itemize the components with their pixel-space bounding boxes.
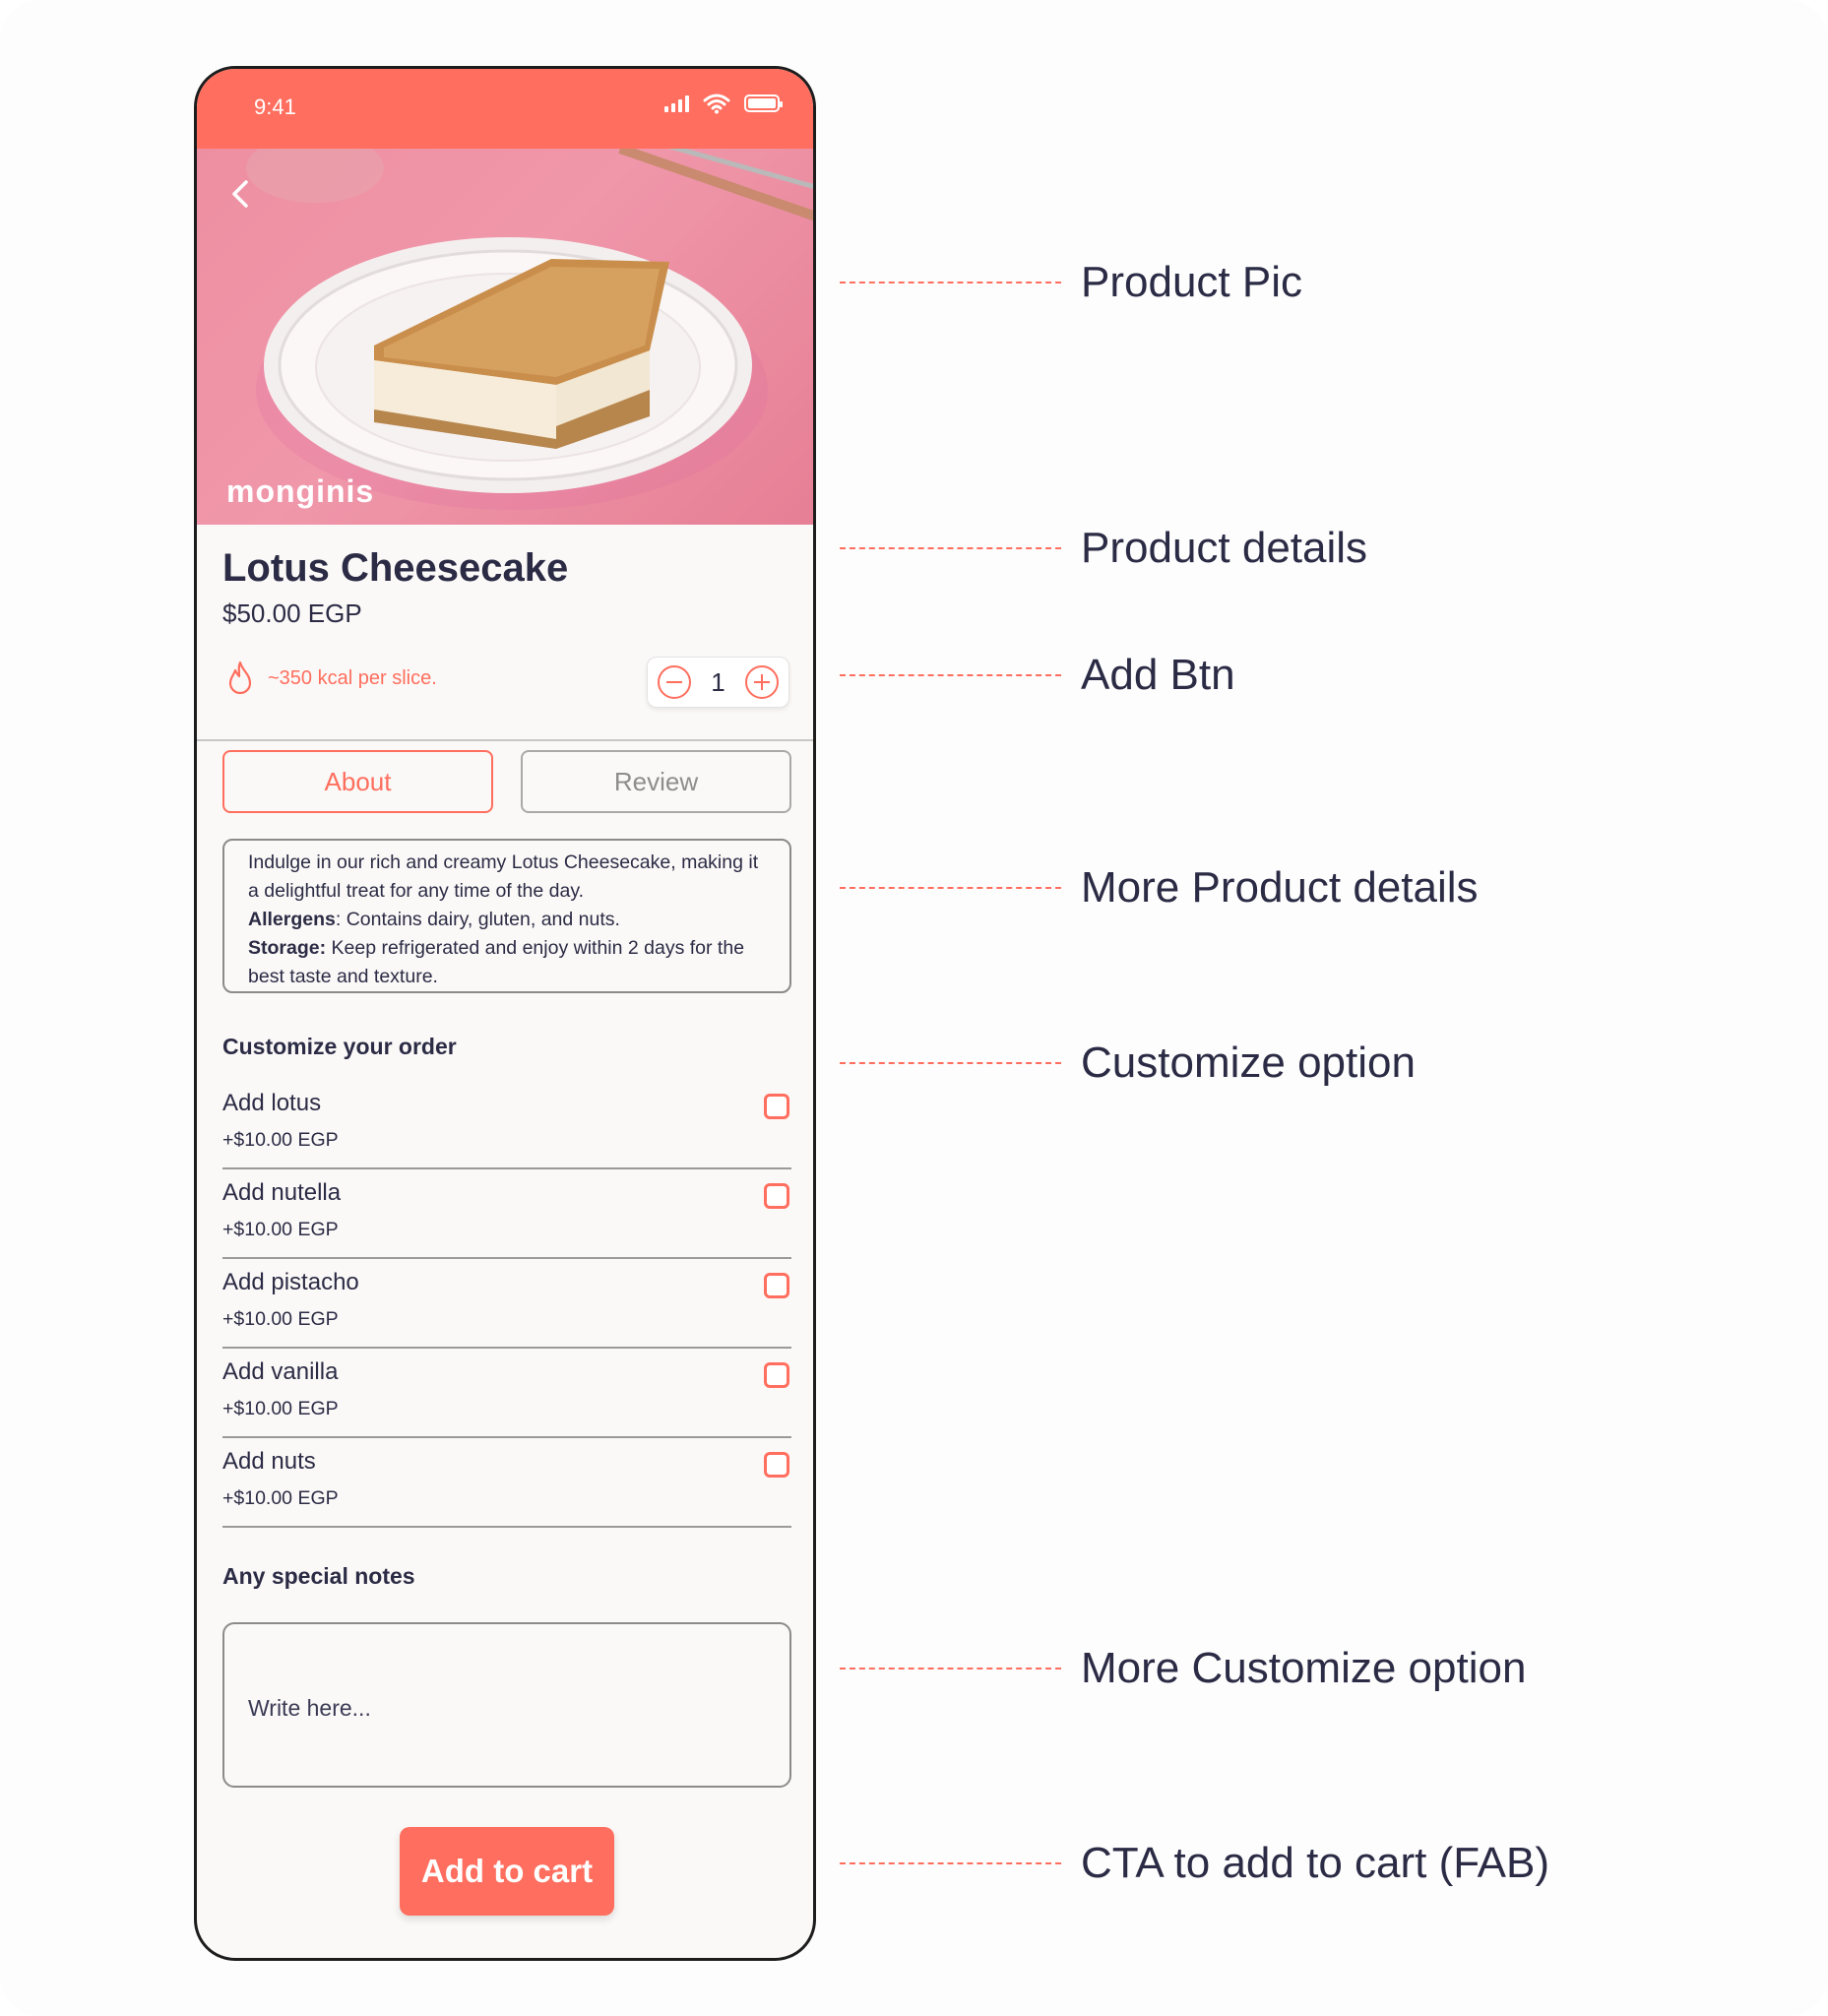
option-price: +$10.00 EGP bbox=[222, 1398, 339, 1419]
calories-info: ~350 kcal per slice. bbox=[226, 661, 437, 696]
annotation-product-details: Product details bbox=[840, 524, 1367, 573]
option-row: Add nutella +$10.00 EGP bbox=[222, 1169, 791, 1259]
option-name: Add vanilla bbox=[222, 1358, 339, 1385]
description-text: Indulge in our rich and creamy Lotus Che… bbox=[248, 851, 759, 902]
decrease-button[interactable] bbox=[658, 665, 692, 699]
option-checkbox[interactable] bbox=[764, 1183, 789, 1209]
annotation-customize: Customize option bbox=[840, 1039, 1416, 1088]
option-row: Add vanilla +$10.00 EGP bbox=[222, 1349, 791, 1438]
quantity-value: 1 bbox=[711, 666, 725, 697]
annotation-label: Product details bbox=[1081, 524, 1368, 572]
cheesecake-illustration bbox=[246, 149, 813, 510]
annotation-line bbox=[840, 674, 1061, 676]
annotation-label: Add Btn bbox=[1081, 651, 1235, 699]
annotation-more-details: More Product details bbox=[840, 863, 1479, 913]
canvas: 9:41 monginis Lotus Cheesecake $50.00 EG… bbox=[0, 0, 1828, 2016]
brand-logo: monginis bbox=[226, 473, 375, 509]
option-row: Add pistacho +$10.00 EGP bbox=[222, 1259, 791, 1349]
customize-title: Customize your order bbox=[222, 1034, 457, 1059]
tab-review[interactable]: Review bbox=[521, 750, 791, 813]
storage-label: Storage: bbox=[248, 937, 327, 959]
option-name: Add lotus bbox=[222, 1090, 322, 1116]
chevron-left-icon bbox=[232, 180, 248, 208]
annotation-label: More Product details bbox=[1081, 863, 1479, 912]
phone-frame: 9:41 monginis Lotus Cheesecake $50.00 EG… bbox=[194, 66, 816, 1961]
option-checkbox[interactable] bbox=[764, 1273, 789, 1298]
annotation-line bbox=[840, 887, 1061, 889]
special-notes-input[interactable] bbox=[222, 1622, 791, 1788]
annotation-label: Customize option bbox=[1081, 1039, 1416, 1087]
product-image: monginis bbox=[197, 149, 813, 525]
option-name: Add nutella bbox=[222, 1179, 342, 1206]
product-details: Lotus Cheesecake $50.00 EGP ~350 kcal pe… bbox=[197, 525, 813, 741]
option-name: Add pistacho bbox=[222, 1269, 359, 1295]
annotation-label: Product Pic bbox=[1081, 258, 1302, 306]
notes-title: Any special notes bbox=[222, 1563, 415, 1589]
status-icons bbox=[664, 93, 783, 114]
option-price: +$10.00 EGP bbox=[222, 1219, 339, 1240]
quantity-stepper: 1 bbox=[647, 657, 789, 708]
option-price: +$10.00 EGP bbox=[222, 1308, 339, 1330]
option-checkbox[interactable] bbox=[764, 1362, 789, 1388]
tab-about[interactable]: About bbox=[222, 750, 493, 813]
annotation-cta: CTA to add to cart (FAB) bbox=[840, 1839, 1549, 1888]
customize-options: Add lotus +$10.00 EGP Add nutella +$10.0… bbox=[222, 1080, 791, 1528]
about-description: Indulge in our rich and creamy Lotus Che… bbox=[222, 839, 791, 993]
signal-icon bbox=[664, 94, 689, 112]
increase-button[interactable] bbox=[744, 665, 779, 699]
tab-bar: About Review bbox=[222, 750, 791, 813]
option-row: Add lotus +$10.00 EGP bbox=[222, 1080, 791, 1169]
product-title: Lotus Cheesecake bbox=[222, 546, 569, 590]
flame-icon bbox=[228, 661, 252, 695]
annotation-more-customize: More Customize option bbox=[840, 1644, 1526, 1693]
back-button[interactable] bbox=[224, 176, 260, 212]
add-to-cart-button[interactable]: Add to cart bbox=[400, 1827, 614, 1916]
annotation-add-btn: Add Btn bbox=[840, 651, 1235, 700]
allergens-label: Allergens bbox=[248, 909, 336, 930]
option-price: +$10.00 EGP bbox=[222, 1487, 339, 1509]
battery-icon bbox=[744, 94, 783, 112]
option-name: Add nuts bbox=[222, 1448, 316, 1475]
option-checkbox[interactable] bbox=[764, 1452, 789, 1478]
option-row: Add nuts +$10.00 EGP bbox=[222, 1438, 791, 1528]
product-price: $50.00 EGP bbox=[222, 598, 362, 628]
annotation-line bbox=[840, 547, 1061, 549]
annotation-label: More Customize option bbox=[1081, 1644, 1527, 1692]
option-price: +$10.00 EGP bbox=[222, 1129, 339, 1151]
option-checkbox[interactable] bbox=[764, 1094, 789, 1119]
calories-text: ~350 kcal per slice. bbox=[268, 666, 437, 689]
annotation-line bbox=[840, 1862, 1061, 1864]
annotation-line bbox=[840, 1062, 1061, 1064]
annotation-line bbox=[840, 1668, 1061, 1670]
annotation-line bbox=[840, 282, 1061, 284]
status-bar: 9:41 bbox=[197, 69, 813, 149]
annotation-label: CTA to add to cart (FAB) bbox=[1081, 1839, 1550, 1887]
status-time: 9:41 bbox=[254, 94, 296, 119]
annotation-product-pic: Product Pic bbox=[840, 258, 1302, 307]
wifi-icon bbox=[703, 94, 730, 114]
allergens-text: : Contains dairy, gluten, and nuts. bbox=[335, 909, 620, 930]
